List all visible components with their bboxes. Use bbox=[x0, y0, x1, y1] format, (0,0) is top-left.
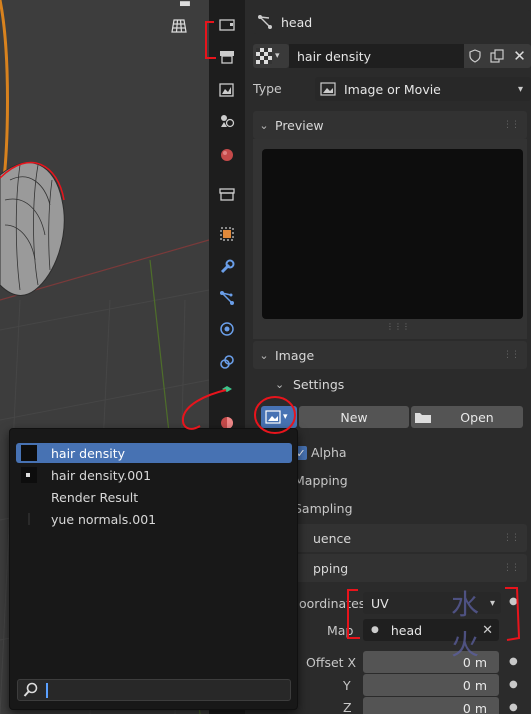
checker-texture-icon bbox=[256, 48, 272, 64]
orthographic-grid-icon[interactable] bbox=[171, 18, 197, 44]
offset-z-label: Z bbox=[343, 700, 352, 714]
duplicate-icon bbox=[490, 49, 504, 63]
view-layer-tab-icon[interactable] bbox=[214, 108, 240, 134]
chevron-down-icon: ⌄ bbox=[275, 377, 285, 391]
chevron-down-icon: ▾ bbox=[275, 51, 280, 61]
type-value: Image or Movie bbox=[344, 81, 441, 97]
texture-name-field[interactable]: hair density bbox=[289, 44, 464, 68]
drag-handle-icon[interactable]: ⋮⋮ bbox=[503, 533, 520, 543]
world-tab-icon[interactable] bbox=[214, 181, 240, 207]
offset-x-label: Offset X bbox=[306, 655, 357, 670]
image-thumbnail bbox=[20, 467, 38, 483]
image-thumbnail bbox=[20, 511, 38, 527]
object-data-icon bbox=[258, 15, 272, 29]
duplicate-button[interactable] bbox=[486, 44, 508, 68]
map-label: Map bbox=[327, 623, 354, 638]
chevron-down-icon: ▾ bbox=[283, 412, 288, 422]
object-name: head bbox=[281, 14, 313, 30]
popup-item-render-result[interactable]: Render Result bbox=[16, 487, 292, 507]
keyframe-dot-icon[interactable]: ● bbox=[509, 702, 518, 713]
new-image-button[interactable]: New bbox=[299, 406, 409, 428]
type-label: Type bbox=[253, 81, 282, 96]
offset-y-value: 0 m bbox=[462, 677, 487, 693]
drag-handle-icon[interactable]: ⋮⋮ bbox=[503, 563, 520, 573]
clear-icon[interactable]: ✕ bbox=[482, 623, 493, 638]
scene-tab-icon[interactable] bbox=[214, 142, 240, 168]
render-tab-icon[interactable] bbox=[214, 44, 240, 70]
popup-item-hair-density[interactable]: hair density bbox=[16, 443, 292, 463]
image-header: Image bbox=[275, 347, 315, 363]
image-panel-header[interactable]: ⌄ Image ⋮⋮ bbox=[253, 341, 527, 369]
modifier-wrench-icon[interactable] bbox=[214, 254, 240, 280]
mapping-header: pping bbox=[313, 560, 349, 576]
physics-tab-icon[interactable] bbox=[214, 316, 240, 342]
offset-y-label: Y bbox=[343, 678, 351, 693]
settings-subpanel-header[interactable]: ⌄ Settings bbox=[275, 374, 344, 394]
popup-item-label: yue normals.001 bbox=[51, 511, 157, 527]
image-thumbnail bbox=[20, 489, 38, 505]
watermark: 水火 bbox=[451, 588, 480, 661]
image-browse-popup: hair density hair density.001 Render Res… bbox=[9, 428, 298, 710]
texture-name: hair density bbox=[297, 48, 371, 64]
image-icon bbox=[265, 410, 281, 424]
influence-header: uence bbox=[313, 530, 352, 546]
folder-icon bbox=[415, 413, 431, 423]
image-icon bbox=[320, 82, 336, 96]
chevron-down-icon: ⌄ bbox=[259, 348, 269, 362]
texture-browse-button[interactable]: ▾ bbox=[253, 44, 289, 68]
coordinates-label: oordinates bbox=[299, 596, 366, 611]
offset-z-field[interactable]: 0 m bbox=[363, 697, 499, 714]
offset-z-value: 0 m bbox=[462, 700, 487, 714]
fake-user-button[interactable] bbox=[464, 44, 486, 68]
popup-item-label: Render Result bbox=[51, 489, 139, 505]
popup-item-label: hair density bbox=[51, 445, 125, 461]
chevron-down-icon: ▾ bbox=[489, 597, 495, 609]
preview-panel-header[interactable]: ⌄ Preview ⋮⋮ bbox=[253, 111, 527, 139]
popup-item-label: hair density.001 bbox=[51, 467, 152, 483]
offset-y-field[interactable]: 0 m bbox=[363, 674, 499, 696]
constraints-tab-icon[interactable] bbox=[214, 349, 240, 375]
settings-header: Settings bbox=[293, 376, 345, 392]
open-button-label: Open bbox=[460, 409, 494, 425]
data-tab-icon[interactable] bbox=[214, 379, 240, 405]
object-context-field[interactable]: head bbox=[253, 10, 531, 34]
output-tab-icon[interactable] bbox=[214, 77, 240, 103]
chevron-down-icon: ⌄ bbox=[259, 118, 269, 132]
close-icon: ✕ bbox=[513, 47, 526, 65]
coordinates-value: UV bbox=[371, 595, 389, 611]
chevron-down-icon: ▾ bbox=[517, 83, 523, 95]
search-icon bbox=[23, 682, 38, 697]
popup-item-hair-density-001[interactable]: hair density.001 bbox=[16, 465, 292, 485]
unlink-button[interactable]: ✕ bbox=[508, 44, 531, 68]
open-image-button[interactable]: Open bbox=[411, 406, 523, 428]
popup-item-yue-normals-001[interactable]: yue normals.001 bbox=[16, 509, 292, 529]
particles-tab-icon[interactable] bbox=[214, 285, 240, 311]
new-button-label: New bbox=[340, 409, 368, 425]
keyframe-dot-icon[interactable]: ● bbox=[509, 596, 518, 607]
drag-handle-icon[interactable]: ⋮⋮ bbox=[503, 120, 520, 130]
image-browse-button[interactable]: ▾ bbox=[261, 406, 297, 428]
preview-box: ⋮⋮⋮ bbox=[253, 139, 527, 339]
popup-search-field[interactable] bbox=[17, 679, 291, 701]
preview-image bbox=[262, 149, 523, 319]
search-caret bbox=[46, 682, 48, 698]
object-tab-icon[interactable] bbox=[214, 221, 240, 247]
tool-tab-icon[interactable] bbox=[214, 12, 240, 38]
sampling-subpanel-label[interactable]: Sampling bbox=[294, 501, 353, 516]
mapping-subpanel-label[interactable]: Mapping bbox=[294, 473, 348, 488]
shield-icon bbox=[469, 49, 481, 63]
type-dropdown[interactable]: Image or Movie ▾ bbox=[315, 77, 531, 101]
preview-header: Preview bbox=[275, 117, 324, 133]
alpha-label: Alpha bbox=[311, 445, 347, 460]
drag-handle-icon[interactable]: ⋮⋮ bbox=[503, 350, 520, 360]
resize-handle-icon[interactable]: ⋮⋮⋮ bbox=[386, 322, 410, 331]
keyframe-dot-icon[interactable]: ● bbox=[509, 656, 518, 667]
uv-dot-icon: ● bbox=[371, 625, 379, 635]
image-thumbnail bbox=[20, 445, 38, 461]
map-value: head bbox=[390, 622, 423, 638]
keyframe-dot-icon[interactable]: ● bbox=[509, 679, 518, 690]
